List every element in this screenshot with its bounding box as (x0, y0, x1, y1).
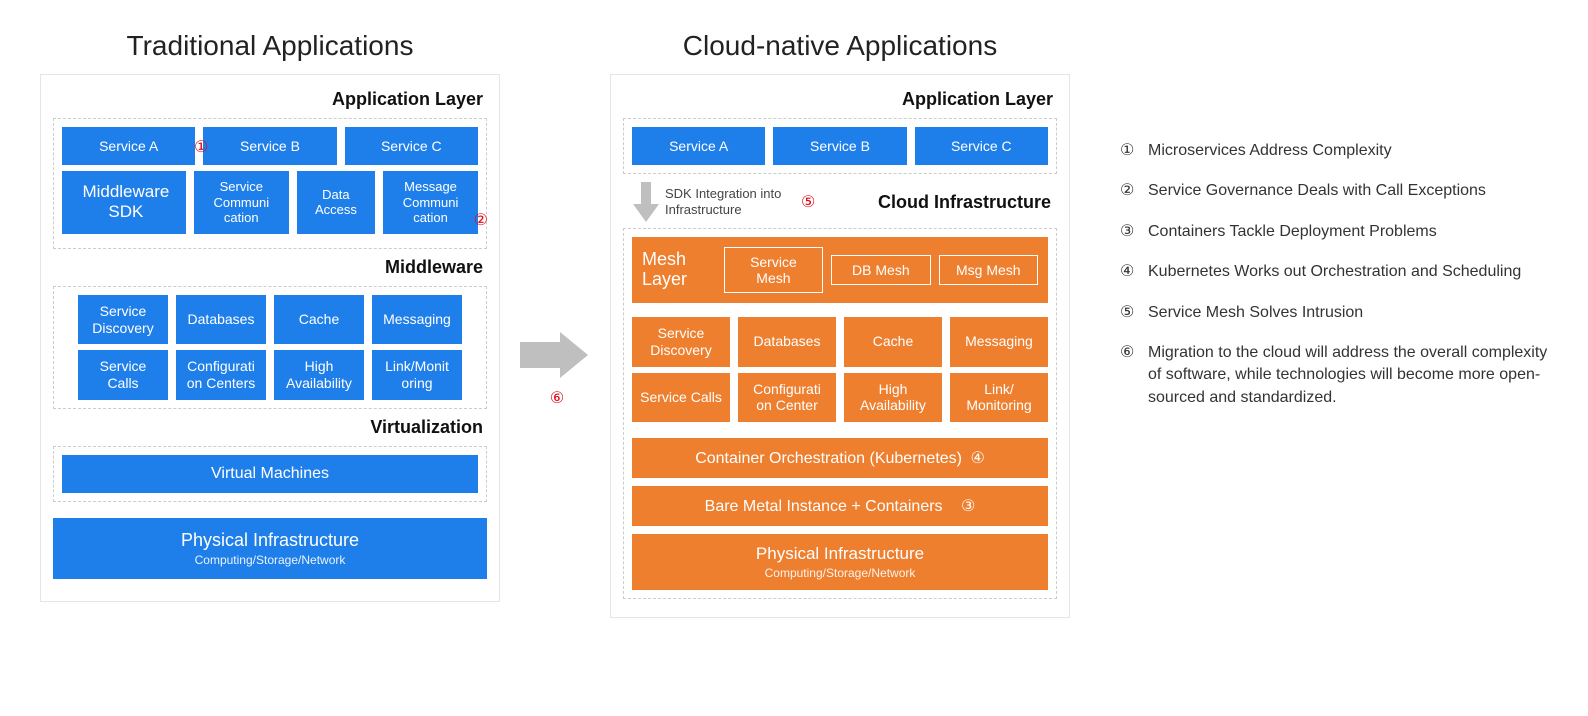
cloud-services-row: Service A Service B Service C (632, 127, 1048, 165)
traditional-panel: Application Layer Service A Service B Se… (40, 74, 500, 602)
legend-item-6: ⑥ Migration to the cloud will address th… (1120, 342, 1548, 409)
legend-text-4: Kubernetes Works out Orchestration and S… (1148, 261, 1521, 283)
cloud-infra-row2: Service Calls Configurati on Center High… (632, 373, 1048, 423)
mesh-layer-row: Mesh Layer Service Mesh DB Mesh Msg Mesh (632, 237, 1048, 303)
config-centers-box: Configurati on Centers (176, 350, 266, 400)
cloud-service-b: Service B (773, 127, 906, 165)
msg-mesh-box: Msg Mesh (939, 255, 1038, 285)
baremetal-bar: Bare Metal Instance + Containers ③ (632, 486, 1048, 526)
badge-4: ④ (970, 450, 984, 467)
cloud-title: Cloud-native Applications (683, 30, 997, 62)
phys-sub: Computing/Storage/Network (65, 553, 475, 567)
legend-text-1: Microservices Address Complexity (1148, 140, 1392, 162)
service-b-box: Service B (203, 127, 336, 165)
cloud-cache: Cache (844, 317, 942, 367)
service-comm-box: Service Communi cation (194, 171, 289, 234)
cloud-column: Cloud-native Applications Application La… (610, 30, 1070, 618)
svc-calls-box: Service Calls (78, 350, 168, 400)
cloud-high-avail: High Availability (844, 373, 942, 423)
service-a-box: Service A (62, 127, 195, 165)
legend-text-3: Containers Tackle Deployment Problems (1148, 221, 1437, 243)
legend-item-3: ③ Containers Tackle Deployment Problems (1120, 221, 1548, 243)
cloud-infra-group: Mesh Layer Service Mesh DB Mesh Msg Mesh… (623, 228, 1057, 599)
right-arrow-icon (520, 330, 590, 380)
legend-item-4: ④ Kubernetes Works out Orchestration and… (1120, 261, 1548, 283)
badge-5: ⑤ (801, 192, 815, 212)
service-c-box: Service C (345, 127, 478, 165)
db-mesh-box: DB Mesh (831, 255, 930, 285)
middleware-sdk-box: Middleware SDK (62, 171, 186, 234)
high-avail-box: High Availability (274, 350, 364, 400)
cloud-phys-sub: Computing/Storage/Network (642, 566, 1038, 580)
legend: ① Microservices Address Complexity ② Ser… (1120, 30, 1548, 427)
cloud-phys-title: Physical Infrastructure (756, 544, 924, 563)
legend-num-6: ⑥ (1120, 342, 1148, 409)
legend-item-5: ⑤ Service Mesh Solves Intrusion (1120, 302, 1548, 324)
messaging-box: Messaging (372, 295, 462, 345)
cloud-infra-row1: Service Discovery Databases Cache Messag… (632, 317, 1048, 367)
virtualization-group: Virtual Machines (53, 446, 487, 502)
middleware-title: Middleware (57, 257, 483, 278)
cache-box: Cache (274, 295, 364, 345)
cloud-config-center: Configurati on Center (738, 373, 836, 423)
mw-row2: Service Calls Configurati on Centers Hig… (78, 350, 462, 400)
legend-num-1: ① (1120, 140, 1148, 162)
cloud-app-layer-title: Application Layer (627, 89, 1053, 110)
orchestration-text: Container Orchestration (Kubernetes) (695, 450, 962, 467)
app-layer-group: Service A Service B Service C ① Middlewa… (53, 118, 487, 249)
sdk-note: SDK Integration into Infrastructure (665, 186, 785, 217)
orchestration-bar: Container Orchestration (Kubernetes) ④ (632, 438, 1048, 478)
legend-text-2: Service Governance Deals with Call Excep… (1148, 180, 1486, 202)
cloud-link-monitor: Link/ Monitoring (950, 373, 1048, 423)
badge-2: ② (474, 210, 488, 230)
app-layer-title: Application Layer (57, 89, 483, 110)
mw-row1: Service Discovery Databases Cache Messag… (78, 295, 462, 345)
service-mesh-box: Service Mesh (724, 247, 823, 293)
cloud-databases: Databases (738, 317, 836, 367)
middleware-group: Service Discovery Databases Cache Messag… (53, 286, 487, 409)
cloud-panel: Application Layer Service A Service B Se… (610, 74, 1070, 618)
msg-comm-box: Message Communi cation (383, 171, 478, 234)
down-arrow-icon (633, 182, 659, 222)
phys-title: Physical Infrastructure (181, 530, 359, 550)
phys-group: Physical Infrastructure Computing/Storag… (53, 514, 487, 583)
legend-num-4: ④ (1120, 261, 1148, 283)
badge-6: ⑥ (550, 388, 564, 408)
databases-box: Databases (176, 295, 266, 345)
cloud-phys-bar: Physical Infrastructure Computing/Storag… (632, 534, 1048, 590)
legend-num-5: ⑤ (1120, 302, 1148, 324)
badge-1: ① (194, 137, 208, 157)
cloud-service-a: Service A (632, 127, 765, 165)
link-monitor-box: Link/Monit oring (372, 350, 462, 400)
diagram-root: Traditional Applications Application Lay… (40, 30, 1548, 618)
data-access-box: Data Access (297, 171, 375, 234)
mesh-label: Mesh Layer (642, 250, 716, 290)
cloud-messaging: Messaging (950, 317, 1048, 367)
sdk-integration-row: SDK Integration into Infrastructure ⑤ Cl… (633, 182, 1057, 222)
traditional-column: Traditional Applications Application Lay… (40, 30, 500, 602)
services-row: Service A Service B Service C (62, 127, 478, 165)
traditional-title: Traditional Applications (127, 30, 414, 62)
legend-item-2: ② Service Governance Deals with Call Exc… (1120, 180, 1548, 202)
cloud-svc-calls: Service Calls (632, 373, 730, 423)
cloud-services-group: Service A Service B Service C (623, 118, 1057, 174)
legend-text-6: Migration to the cloud will address the … (1148, 342, 1548, 409)
cloud-infra-title: Cloud Infrastructure (878, 192, 1051, 213)
vm-bar: Virtual Machines (62, 455, 478, 493)
cloud-service-c: Service C (915, 127, 1048, 165)
legend-num-3: ③ (1120, 221, 1148, 243)
svc-discovery-box: Service Discovery (78, 295, 168, 345)
badge-3: ③ (961, 498, 975, 515)
transition-arrow-col: ⑥ (520, 330, 590, 408)
cloud-svc-discovery: Service Discovery (632, 317, 730, 367)
virtualization-title: Virtualization (57, 417, 483, 438)
legend-num-2: ② (1120, 180, 1148, 202)
sdk-row: Middleware SDK Service Communi cation Da… (62, 171, 478, 234)
baremetal-text: Bare Metal Instance + Containers (705, 498, 943, 515)
phys-bar: Physical Infrastructure Computing/Storag… (53, 518, 487, 579)
legend-item-1: ① Microservices Address Complexity (1120, 140, 1548, 162)
legend-text-5: Service Mesh Solves Intrusion (1148, 302, 1363, 324)
